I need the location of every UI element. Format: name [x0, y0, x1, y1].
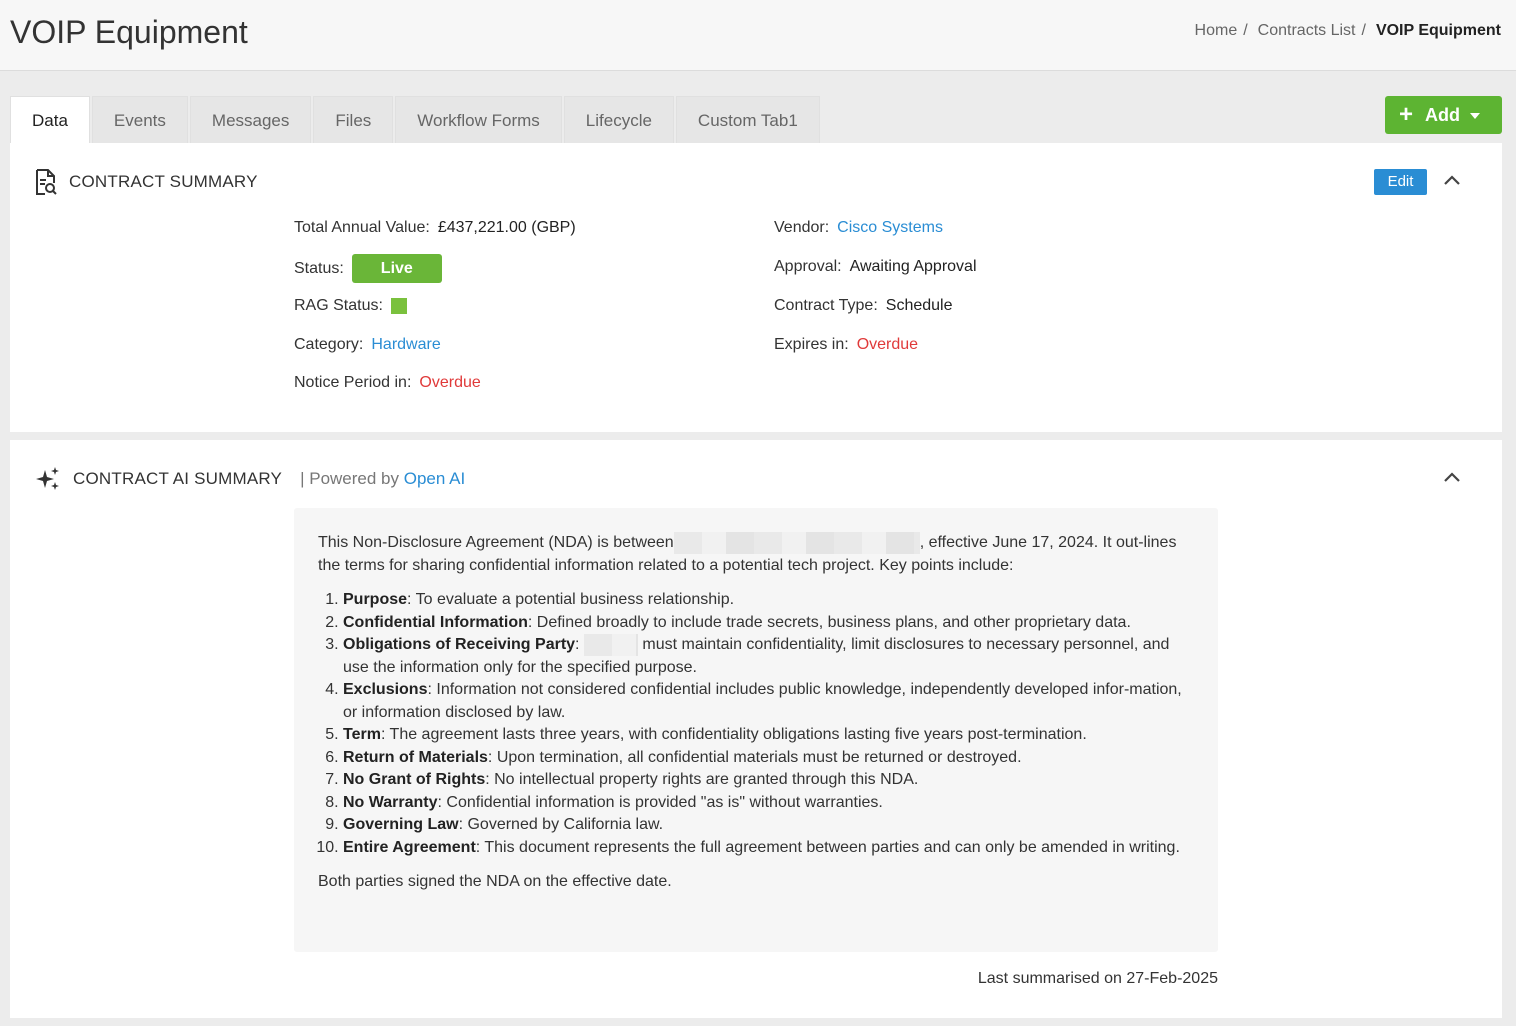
add-button-label: Add — [1425, 104, 1461, 125]
contract-type-value: Schedule — [885, 297, 953, 314]
total-annual-value-field: Total Annual Value: £437,221.00 (GBP) — [294, 219, 576, 237]
point-term: Return of Materials — [343, 748, 488, 766]
vendor-link[interactable]: Cisco Systems — [837, 219, 943, 237]
point-term: Term — [343, 726, 381, 744]
breadcrumb: Home / Contracts List / VOIP Equipment — [1195, 22, 1501, 40]
point-term: No Grant of Rights — [343, 771, 486, 789]
tab-lifecycle[interactable]: Lifecycle — [563, 96, 674, 143]
last-summarised: Last summarised on 27-Feb-2025 — [977, 970, 1218, 987]
breadcrumb-home[interactable]: Home — [1195, 22, 1238, 40]
powered-by-prefix: | Powered by — [300, 469, 400, 488]
ai-summary-intro-text: This Non-Disclosure Agreement (NDA) is b… — [318, 534, 674, 552]
list-item: Return of Materials: Upon termination, a… — [343, 747, 1194, 770]
tab-events[interactable]: Events — [91, 96, 188, 143]
list-item: Term: The agreement lasts three years, w… — [343, 724, 1194, 747]
rag-status-indicator — [390, 298, 407, 314]
point-text: : The agreement lasts three years, with … — [380, 726, 1087, 744]
breadcrumb-separator: / — [1361, 22, 1366, 39]
vendor-label: Vendor: — [774, 219, 830, 236]
category-label: Category: — [294, 336, 364, 353]
vendor-field: Vendor: Cisco Systems — [774, 219, 943, 237]
point-text: : Upon termination, all confidential mat… — [487, 748, 1022, 766]
document-search-icon — [36, 169, 57, 195]
list-item: Purpose: To evaluate a potential busines… — [343, 589, 1194, 612]
point-term: Purpose — [343, 591, 408, 609]
rag-status-label: RAG Status: — [294, 297, 383, 314]
ai-summary-closing: Both parties signed the NDA on the effec… — [318, 873, 672, 891]
contract-ai-summary-header: CONTRACT AI SUMMARY | Powered by Open AI — [35, 466, 465, 492]
plus-icon: + — [1399, 101, 1414, 128]
notice-period-value: Overdue — [419, 374, 481, 391]
caret-down-icon — [1470, 113, 1481, 119]
status-badge: Live — [351, 254, 442, 283]
page-header: VOIP Equipment Home / Contracts List / VOI… — [0, 0, 1516, 71]
chevron-up-icon[interactable] — [1442, 468, 1462, 488]
point-term: No Warranty — [343, 793, 438, 811]
tab-workflow-forms[interactable]: Workflow Forms — [395, 96, 562, 143]
open-ai-link[interactable]: Open AI — [404, 469, 465, 488]
list-item: Obligations of Receiving Party: must mai… — [343, 634, 1194, 679]
total-annual-value: £437,221.00 (GBP) — [437, 219, 576, 236]
point-term: Exclusions — [343, 681, 428, 699]
breadcrumb-contracts-list[interactable]: Contracts List — [1258, 22, 1356, 40]
contract-ai-summary-title: CONTRACT AI SUMMARY — [73, 469, 283, 488]
expires-label: Expires in: — [774, 336, 849, 353]
contract-type-label: Contract Type: — [774, 297, 878, 314]
ai-summary-points: Purpose: To evaluate a potential busines… — [343, 589, 1194, 859]
ai-summary-content: This Non-Disclosure Agreement (NDA) is b… — [294, 508, 1218, 952]
ai-summary-intro: This Non-Disclosure Agreement (NDA) is b… — [318, 532, 1194, 577]
contract-type-field: Contract Type: Schedule — [774, 297, 952, 315]
redacted-text — [673, 532, 920, 554]
contract-summary-header: CONTRACT SUMMARY — [35, 169, 258, 195]
rag-status-field: RAG Status: — [294, 297, 407, 315]
sparkles-icon — [36, 467, 59, 490]
breadcrumb-separator: / — [1243, 22, 1248, 39]
tab-bar: Data Events Messages Files Workflow Form… — [10, 96, 822, 143]
point-text: : Confidential information is provided "… — [437, 793, 883, 811]
point-term: Entire Agreement — [343, 838, 476, 856]
total-annual-value-label: Total Annual Value: — [294, 219, 430, 236]
contract-summary-panel: CONTRACT SUMMARY Edit Total Annual Value… — [10, 143, 1502, 432]
approval-field: Approval: Awaiting Approval — [774, 258, 977, 276]
point-text: : To evaluate a potential business relat… — [407, 591, 735, 609]
list-item: No Warranty: Confidential information is… — [343, 792, 1194, 815]
notice-period-field: Notice Period in: Overdue — [294, 374, 481, 392]
list-item: Exclusions: Information not considered c… — [343, 679, 1194, 724]
powered-by: | Powered by Open AI — [300, 469, 465, 489]
point-text: : This document represents the full agre… — [475, 838, 1180, 856]
category-link[interactable]: Hardware — [371, 336, 440, 354]
tab-data[interactable]: Data — [10, 96, 90, 143]
point-text: : Governed by California law. — [458, 816, 664, 834]
point-text: : Information not considered confidentia… — [343, 681, 1182, 721]
add-button[interactable]: + Add — [1385, 96, 1502, 134]
list-item: Entire Agreement: This document represen… — [343, 837, 1194, 860]
category-field: Category: Hardware — [294, 336, 441, 354]
expires-value: Overdue — [856, 336, 919, 353]
chevron-up-icon[interactable] — [1442, 171, 1462, 191]
notice-period-label: Notice Period in: — [294, 374, 412, 391]
approval-value: Awaiting Approval — [849, 258, 977, 275]
page-title: VOIP Equipment — [10, 14, 248, 50]
approval-label: Approval: — [774, 258, 842, 275]
point-term: Confidential Information — [343, 613, 528, 631]
point-text: : Defined broadly to include trade secre… — [527, 613, 1131, 631]
breadcrumb-current: VOIP Equipment — [1375, 22, 1501, 39]
tab-custom-tab1[interactable]: Custom Tab1 — [675, 96, 820, 143]
expires-field: Expires in: Overdue — [774, 336, 918, 354]
point-term: Governing Law — [343, 816, 459, 834]
status-label: Status: — [294, 259, 344, 277]
edit-button[interactable]: Edit — [1374, 169, 1427, 195]
point-text: : No intellectual property rights are gr… — [485, 771, 919, 789]
status-field: Status: Live — [294, 254, 442, 283]
tab-messages[interactable]: Messages — [189, 96, 312, 143]
list-item: Confidential Information: Defined broadl… — [343, 612, 1194, 635]
point-term: Obligations of Receiving Party — [343, 636, 576, 654]
tab-files[interactable]: Files — [313, 96, 394, 143]
contract-ai-summary-panel: CONTRACT AI SUMMARY | Powered by Open AI… — [10, 440, 1502, 1018]
list-item: No Grant of Rights: No intellectual prop… — [343, 769, 1194, 792]
contract-summary-title: CONTRACT SUMMARY — [69, 172, 258, 191]
redacted-text — [583, 634, 638, 657]
list-item: Governing Law: Governed by California la… — [343, 814, 1194, 837]
